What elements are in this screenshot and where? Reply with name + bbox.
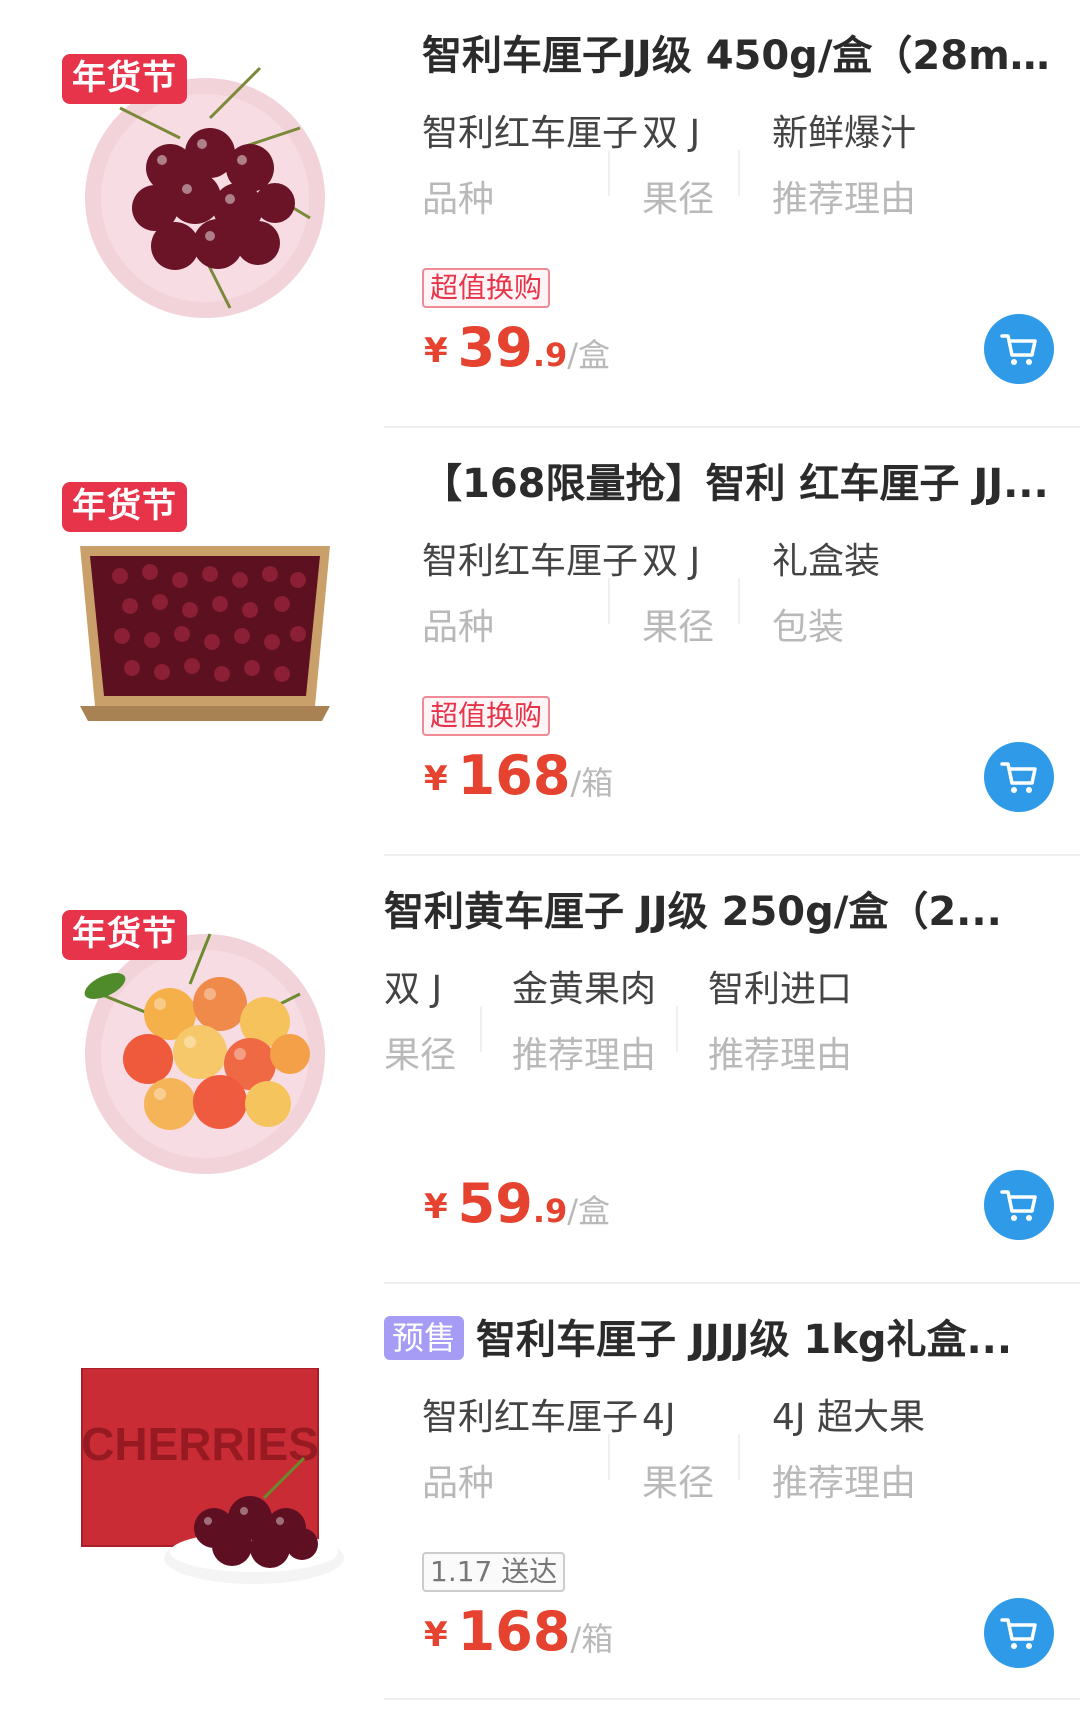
product-card[interactable]: 年货节 智利黄车厘子 JJ级 250g/盒（2... 双 J 果径 金黄果肉 推… xyxy=(0,856,1080,1284)
attribute-value: 金黄果肉 xyxy=(512,969,657,1010)
product-image-gift-box[interactable]: CHERRIES xyxy=(74,1368,350,1588)
attribute-key: 品种 xyxy=(422,607,495,648)
price-unit: /箱 xyxy=(570,1620,614,1658)
price-currency: ¥ xyxy=(424,1187,448,1227)
attribute-key: 果径 xyxy=(642,607,715,648)
card-divider xyxy=(384,1698,1080,1700)
price-integer: 168 xyxy=(457,1600,571,1663)
attribute-value: 智利红车厘子 xyxy=(422,113,639,154)
deal-tag: 超值换购 xyxy=(422,696,551,736)
attribute-value: 礼盒装 xyxy=(772,541,881,582)
attribute-reason: 新鲜爆汁 推荐理由 xyxy=(772,108,916,226)
attribute-packaging: 礼盒装 包装 xyxy=(772,536,880,654)
price-currency: ¥ xyxy=(424,1615,448,1655)
product-title-text: 【168限量抢】智利 红车厘子 JJ... xyxy=(422,461,1049,507)
attribute-divider xyxy=(480,1006,482,1052)
product-title-text: 智利车厘子 JJJJ级 1kg礼盒... xyxy=(476,1317,1013,1363)
attribute-reason-2: 智利进口 推荐理由 xyxy=(708,964,852,1082)
price-integer: 59 xyxy=(457,1172,533,1235)
attribute-key: 推荐理由 xyxy=(772,179,917,220)
shopping-cart-icon xyxy=(1000,1618,1037,1649)
product-title-text: 智利车厘子JJ级 450g/盒（28m... xyxy=(422,33,1054,79)
add-to-cart-button[interactable] xyxy=(984,742,1054,812)
attribute-value: 双 J xyxy=(642,541,701,582)
attribute-key: 果径 xyxy=(642,1463,715,1504)
attribute-variety: 智利红车厘子 品种 xyxy=(422,1392,638,1510)
promo-badge: 年货节 xyxy=(62,482,187,532)
add-to-cart-button[interactable] xyxy=(984,314,1054,384)
add-to-cart-button[interactable] xyxy=(984,1598,1054,1668)
attribute-value: 智利进口 xyxy=(708,969,853,1010)
product-title-text: 智利黄车厘子 JJ级 250g/盒（2... xyxy=(384,889,1002,935)
price: ¥59.9/盒 xyxy=(424,1172,610,1235)
attribute-divider xyxy=(738,578,740,624)
attribute-divider xyxy=(738,1434,740,1480)
attribute-key: 包装 xyxy=(772,607,845,648)
attribute-key: 推荐理由 xyxy=(772,1463,917,1504)
price: ¥168/箱 xyxy=(424,1600,613,1663)
shopping-cart-icon xyxy=(1000,334,1037,365)
attribute-variety: 智利红车厘子 品种 xyxy=(422,536,638,654)
attribute-reason: 金黄果肉 推荐理由 xyxy=(512,964,656,1082)
price-unit: /盒 xyxy=(567,1192,611,1230)
attribute-key: 品种 xyxy=(422,1463,495,1504)
price-integer: 168 xyxy=(457,744,571,807)
product-title[interactable]: 【168限量抢】智利 红车厘子 JJ... xyxy=(422,456,1054,512)
attribute-value: 新鲜爆汁 xyxy=(772,113,917,154)
attribute-key: 推荐理由 xyxy=(512,1035,657,1076)
product-card[interactable]: CHERRIES 预售 智利车厘子 JJJJ级 1kg礼盒... 智利红车厘子 品… xyxy=(0,1284,1080,1712)
price-decimal: .9 xyxy=(532,336,568,374)
price-unit: /箱 xyxy=(570,764,614,802)
product-card[interactable]: 年货节 【168限量抢】智利 红车厘子 JJ... 智利红车厘子 品种 双 J … xyxy=(0,428,1080,856)
price-currency: ¥ xyxy=(424,331,448,371)
product-title[interactable]: 智利黄车厘子 JJ级 250g/盒（2... xyxy=(384,884,1054,940)
attribute-key: 果径 xyxy=(642,179,715,220)
price: ¥168/箱 xyxy=(424,744,613,807)
attribute-divider xyxy=(608,578,610,624)
deal-tag: 超值换购 xyxy=(422,268,551,308)
attribute-key: 果径 xyxy=(384,1035,457,1076)
attribute-key: 品种 xyxy=(422,179,495,220)
promo-badge: 年货节 xyxy=(62,54,187,104)
promo-badge: 年货节 xyxy=(62,910,187,960)
attribute-size: 双 J 果径 xyxy=(642,108,714,226)
attribute-divider xyxy=(608,1434,610,1480)
product-title[interactable]: 智利车厘子JJ级 450g/盒（28m... xyxy=(422,28,1054,84)
attribute-value: 双 J xyxy=(384,969,443,1010)
attribute-value: 双 J xyxy=(642,113,701,154)
attribute-key: 推荐理由 xyxy=(708,1035,853,1076)
attribute-variety: 智利红车厘子 品种 xyxy=(422,108,638,226)
product-card[interactable]: 年货节 智利车厘子JJ级 450g/盒（28m... 智利红车厘子 品种 双 J… xyxy=(0,0,1080,428)
attribute-value: 智利红车厘子 xyxy=(422,541,639,582)
attribute-value: 4J xyxy=(642,1397,676,1438)
attribute-divider xyxy=(676,1006,678,1052)
attribute-divider xyxy=(738,150,740,196)
price-unit: /盒 xyxy=(567,336,611,374)
shopping-cart-icon xyxy=(1000,762,1037,793)
presale-badge: 预售 xyxy=(384,1316,465,1360)
price-currency: ¥ xyxy=(424,759,448,799)
add-to-cart-button[interactable] xyxy=(984,1170,1054,1240)
attribute-size: 双 J 果径 xyxy=(642,536,714,654)
gift-box-label: CHERRIES xyxy=(81,1418,319,1470)
attribute-value: 智利红车厘子 xyxy=(422,1397,639,1438)
attribute-size: 4J 果径 xyxy=(642,1392,714,1510)
product-title[interactable]: 预售 智利车厘子 JJJJ级 1kg礼盒... xyxy=(384,1312,1054,1368)
price-integer: 39 xyxy=(457,316,533,379)
price: ¥39.9/盒 xyxy=(424,316,610,379)
attribute-reason: 4J 超大果 推荐理由 xyxy=(772,1392,925,1510)
attribute-value: 4J 超大果 xyxy=(772,1397,925,1438)
shopping-cart-icon xyxy=(1000,1190,1037,1221)
delivery-tag: 1.17 送达 xyxy=(422,1552,566,1592)
attribute-divider xyxy=(608,150,610,196)
attribute-size: 双 J 果径 xyxy=(384,964,456,1082)
price-decimal: .9 xyxy=(532,1192,568,1230)
